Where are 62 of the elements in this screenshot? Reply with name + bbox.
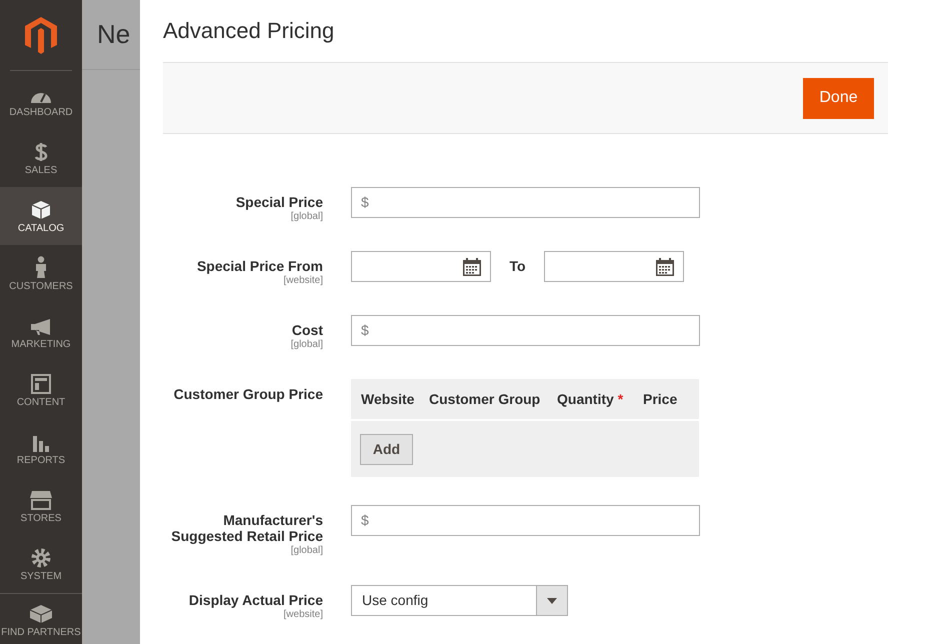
currency-prefix: $ xyxy=(361,321,369,340)
field-label: Display Actual Price xyxy=(188,592,323,608)
box-icon xyxy=(31,200,51,220)
currency-prefix: $ xyxy=(361,193,369,212)
sidebar-label: FIND PARTNERS xyxy=(1,627,81,639)
sidebar-item[interactable]: SYSTEM xyxy=(0,535,82,593)
input-field[interactable]: $ xyxy=(351,187,700,218)
sidebar-label: REPORTS xyxy=(16,454,66,466)
bar-chart-icon xyxy=(32,434,50,452)
page-title: Ne xyxy=(97,18,130,51)
sidebar-label: CATALOG xyxy=(18,222,64,234)
dollar-icon xyxy=(34,142,48,162)
field-label: Manufacturer's Suggested Retail Price xyxy=(170,512,323,544)
person-icon xyxy=(35,256,47,278)
modal-title: Advanced Pricing xyxy=(163,17,336,45)
column-header: Website xyxy=(361,390,416,408)
settings-icon xyxy=(31,548,51,568)
sidebar-item[interactable]: CATALOG xyxy=(0,187,82,245)
megaphone-icon xyxy=(30,318,52,336)
sidebar-label: SALES xyxy=(24,164,58,176)
sidebar-item[interactable]: STORES xyxy=(0,477,82,535)
dropdown-arrow-icon[interactable] xyxy=(547,598,557,604)
sidebar-label: SYSTEM xyxy=(20,570,62,582)
input-field[interactable]: $ xyxy=(351,505,700,536)
sidebar-label: STORES xyxy=(20,512,62,524)
select-value: Use config xyxy=(361,591,430,610)
calendar-icon[interactable] xyxy=(462,256,482,276)
field-label: Customer Group Price xyxy=(174,386,323,402)
sidebar-item[interactable]: CONTENT xyxy=(0,361,82,419)
sidebar-item[interactable]: DASHBOARD xyxy=(0,71,82,129)
date-field[interactable] xyxy=(544,251,684,282)
layout-icon xyxy=(31,374,51,394)
range-separator: To xyxy=(508,257,527,276)
input-field[interactable]: $ xyxy=(351,315,700,346)
select-field[interactable]: Use config xyxy=(351,585,568,616)
calendar-icon[interactable] xyxy=(655,256,675,276)
sidebar-item[interactable]: MARKETING xyxy=(0,303,82,361)
scope-note: [global] xyxy=(290,339,323,351)
add-button[interactable]: Add xyxy=(360,434,413,464)
sidebar-item[interactable]: CUSTOMERS xyxy=(0,245,82,303)
sidebar-label: CUSTOMERS xyxy=(9,280,73,292)
column-header: Quantity * xyxy=(557,390,624,409)
date-field[interactable] xyxy=(351,251,491,282)
scope-note: [website] xyxy=(284,609,323,621)
sidebar-item[interactable]: SALES xyxy=(0,129,82,187)
sidebar-item[interactable]: REPORTS xyxy=(0,419,82,477)
column-header: Price xyxy=(643,390,678,408)
sidebar-label: DASHBOARD xyxy=(9,106,73,118)
done-button[interactable]: Done xyxy=(803,78,874,118)
field-label: Special Price From xyxy=(196,258,323,274)
sidebar-label: CONTENT xyxy=(16,396,66,408)
field-label: Cost xyxy=(292,322,323,338)
column-header: Customer Group xyxy=(429,390,542,409)
field-label: Special Price xyxy=(236,194,323,210)
scope-note: [website] xyxy=(284,275,323,287)
storefront-icon xyxy=(29,490,53,510)
scope-note: [global] xyxy=(290,211,323,223)
scope-note: [global] xyxy=(290,545,323,557)
logo-icon[interactable] xyxy=(24,16,58,54)
sidebar-label: MARKETING xyxy=(11,338,71,350)
required-mark: * xyxy=(618,390,624,406)
currency-prefix: $ xyxy=(361,511,369,530)
